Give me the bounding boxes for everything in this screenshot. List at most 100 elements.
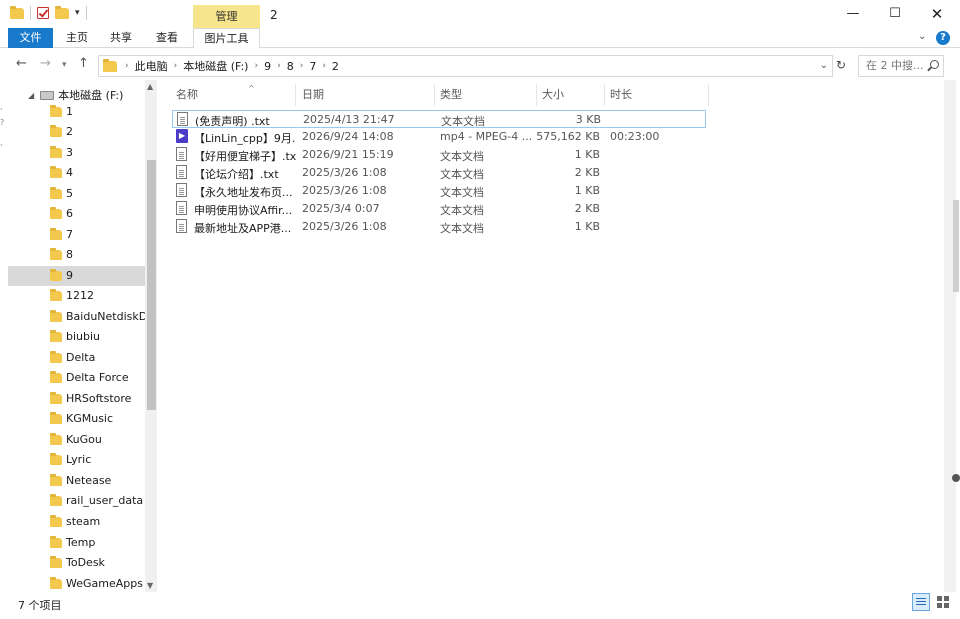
sidebar-item-label: 1212 — [66, 289, 94, 302]
edge-dot-icon — [952, 474, 960, 482]
sidebar-item-8[interactable]: 8 — [8, 245, 145, 265]
scroll-up-icon[interactable]: ▲ — [147, 82, 153, 91]
content-scrollbar[interactable] — [938, 80, 960, 592]
sidebar-item-kgmusic[interactable]: KGMusic — [8, 409, 145, 429]
sidebar-item-temp[interactable]: Temp — [8, 533, 145, 553]
sidebar-item-1[interactable]: 1 — [8, 102, 145, 122]
file-row[interactable]: ▶ 【LinLin_cpp】9月... 2026/9/24 14:08 mp4 … — [172, 128, 706, 146]
sidebar-item-label: Temp — [66, 536, 96, 549]
sidebar-item-label: KGMusic — [66, 412, 114, 425]
sidebar-item-baidunetdisk[interactable]: BaiduNetdiskDo — [8, 307, 154, 327]
folder-icon — [50, 392, 62, 404]
large-icons-view-icon[interactable] — [934, 593, 952, 611]
sidebar-item-kugou[interactable]: KuGou — [8, 430, 145, 450]
sidebar-item-todesk[interactable]: ToDesk — [8, 553, 145, 573]
column-header-size[interactable]: 大小 — [542, 84, 564, 106]
search-input[interactable]: 在 2 中搜... — [858, 55, 944, 77]
sidebar-item-9[interactable]: 9 — [8, 266, 145, 286]
file-date: 2025/3/26 1:08 — [302, 166, 387, 179]
up-arrow-icon[interactable]: ↑ — [78, 56, 89, 71]
search-icon[interactable] — [930, 60, 939, 69]
folder-icon — [50, 330, 62, 342]
breadcrumb-this-pc[interactable]: 此电脑 — [135, 58, 168, 74]
chevron-right-icon[interactable]: › — [174, 61, 178, 71]
sidebar-item-hrsoftstore[interactable]: HRSoftstore — [8, 389, 145, 409]
expand-triangle-icon[interactable]: ◢ — [28, 91, 34, 100]
folder-icon — [50, 166, 62, 178]
sidebar-item-wegameapps[interactable]: WeGameApps — [8, 574, 145, 592]
column-header-name[interactable]: ^ 名称 — [176, 84, 255, 106]
chevron-right-icon[interactable]: › — [277, 61, 281, 71]
breadcrumb-9[interactable]: 9 — [264, 60, 271, 73]
sidebar-item-lyric[interactable]: Lyric — [8, 450, 145, 470]
sidebar-item-label: 本地磁盘 (F:) — [58, 89, 124, 102]
sidebar-scrollbar[interactable]: ▲ ▼ — [145, 80, 157, 592]
sidebar-item-1212[interactable]: 1212 — [8, 286, 145, 306]
breadcrumb-7[interactable]: 7 — [309, 60, 316, 73]
help-icon[interactable]: ? — [936, 31, 950, 45]
scrollbar-track[interactable] — [944, 80, 956, 592]
sidebar-item-2[interactable]: 2 — [8, 122, 145, 142]
column-header-type[interactable]: 类型 — [440, 84, 462, 106]
close-button[interactable]: ✕ — [920, 4, 954, 24]
folder-icon — [50, 577, 62, 589]
folder-icon[interactable] — [10, 5, 24, 19]
file-row[interactable]: (免责声明) .txt 2025/4/13 21:47 文本文档 3 KB — [172, 110, 706, 128]
details-view-icon[interactable] — [912, 593, 930, 611]
maximize-button[interactable]: ☐ — [878, 4, 912, 24]
text-file-icon — [176, 201, 187, 215]
column-divider[interactable] — [536, 84, 537, 106]
new-folder-icon[interactable] — [55, 5, 69, 19]
file-row[interactable]: 【好用便宜梯子】.txt 2026/9/21 15:19 文本文档 1 KB — [172, 146, 706, 164]
sidebar-item-6[interactable]: 6 — [8, 204, 145, 224]
file-row[interactable]: 【永久地址发布页... 2025/3/26 1:08 文本文档 1 KB — [172, 182, 706, 200]
file-row[interactable]: 申明使用协议Affir... 2025/3/4 0:07 文本文档 2 KB — [172, 200, 706, 218]
chevron-right-icon[interactable]: › — [254, 61, 258, 71]
sidebar-item-biubiu[interactable]: biubiu — [8, 327, 145, 347]
text-file-icon — [176, 147, 187, 161]
properties-icon[interactable] — [37, 7, 49, 19]
back-arrow-icon[interactable]: ← — [16, 56, 27, 71]
chevron-right-icon[interactable]: › — [300, 61, 304, 71]
scroll-down-icon[interactable]: ▼ — [147, 581, 153, 590]
breadcrumb-2[interactable]: 2 — [332, 60, 339, 73]
file-size: 575,162 KB — [536, 130, 600, 143]
breadcrumb-8[interactable]: 8 — [287, 60, 294, 73]
expand-ribbon-icon[interactable]: ⌄ — [918, 31, 926, 42]
file-date: 2026/9/24 14:08 — [302, 130, 394, 143]
tab-picture-tools[interactable]: 图片工具 — [193, 28, 260, 48]
sidebar-item-netease[interactable]: Netease — [8, 471, 145, 491]
chevron-down-icon[interactable]: ⌄ — [820, 60, 828, 71]
sidebar-item-rail-user-data[interactable]: rail_user_data — [8, 491, 145, 511]
tab-view[interactable]: 查看 — [150, 28, 184, 48]
customize-toolbar-icon[interactable]: ▾ — [75, 8, 80, 18]
address-bar[interactable]: › 此电脑 › 本地磁盘 (F:) › 9 › 8 › 7 › 2 ⌄ — [98, 55, 833, 77]
scrollbar-thumb[interactable] — [147, 160, 156, 410]
recent-locations-icon[interactable]: ▾ — [62, 60, 67, 70]
sidebar-item-delta[interactable]: Delta — [8, 348, 145, 368]
tab-manage[interactable]: 管理 — [193, 5, 260, 28]
refresh-icon[interactable]: ↻ — [836, 58, 846, 72]
sidebar-item-5[interactable]: 5 — [8, 184, 145, 204]
sidebar-item-steam[interactable]: steam — [8, 512, 145, 532]
column-divider[interactable] — [604, 84, 605, 106]
chevron-right-icon[interactable]: › — [322, 61, 326, 71]
tab-share[interactable]: 共享 — [104, 28, 138, 48]
column-divider[interactable] — [295, 84, 296, 106]
sidebar-item-3[interactable]: 3 — [8, 143, 145, 163]
breadcrumb-drive[interactable]: 本地磁盘 (F:) — [183, 58, 248, 74]
column-divider[interactable] — [434, 84, 435, 106]
column-divider[interactable] — [708, 84, 709, 106]
file-row[interactable]: 最新地址及APP港... 2025/3/26 1:08 文本文档 1 KB — [172, 218, 706, 236]
column-header-date[interactable]: 日期 — [302, 84, 324, 106]
minimize-button[interactable]: — — [836, 4, 870, 24]
chevron-right-icon[interactable]: › — [125, 61, 129, 71]
forward-arrow-icon[interactable]: → — [40, 56, 51, 71]
sidebar-item-7[interactable]: 7 — [8, 225, 145, 245]
sidebar-item-delta-force[interactable]: Delta Force — [8, 368, 145, 388]
column-header-duration[interactable]: 时长 — [610, 84, 632, 106]
sidebar-item-4[interactable]: 4 — [8, 163, 145, 183]
file-row[interactable]: 【论坛介绍】.txt 2025/3/26 1:08 文本文档 2 KB — [172, 164, 706, 182]
tab-home[interactable]: 主页 — [60, 28, 94, 48]
tab-file[interactable]: 文件 — [8, 28, 53, 48]
